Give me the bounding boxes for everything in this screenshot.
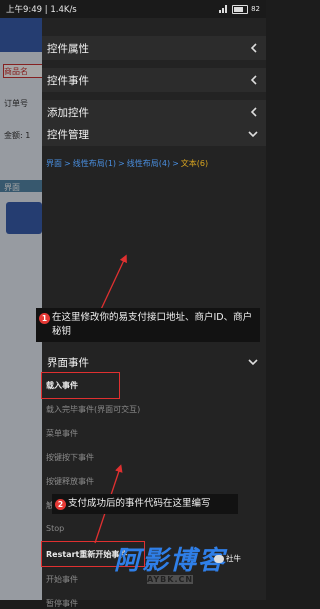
chevron-down-icon [248,357,258,367]
chevron-left-icon [248,107,258,117]
annotation-text-2: 支付成功后的事件代码在这里编写 [68,498,211,509]
battery-level: 82 [251,5,260,13]
chevron-left-icon [248,75,258,85]
section-add-control[interactable]: 添加控件 [42,100,266,124]
watermark-logo: 阿影博客 AYBK.CN [100,545,240,585]
status-time: 上午9:49 | 1.4K/s [6,5,77,15]
annotation-number-2: 2 [55,499,66,510]
status-bar: 上午9:49 | 1.4K/s 82 [0,0,266,18]
battery-icon [232,4,249,14]
watermark-chinese: 阿影博客 [113,545,226,576]
section-interface-events[interactable]: 界面事件 [42,350,266,374]
chevron-left-icon [248,43,258,53]
wechat-badge: 社牛 [214,553,241,564]
highlight-load-event [41,372,120,399]
watermark-english: AYBK.CN [146,574,194,584]
breadcrumb: 界面 > 线性布局(1) > 线性布局(4) > 文本(6) [46,158,209,169]
annotation-tooltip-1: 1 在这里修改你的易支付接口地址、商户ID、商户秘钥 [36,308,260,342]
event-key-up[interactable]: 按键释放事件 [46,476,94,487]
section-control-properties[interactable]: 控件属性 [42,36,266,60]
event-key-down[interactable]: 按键按下事件 [46,452,94,463]
event-start[interactable]: 开始事件 [46,574,78,585]
event-menu[interactable]: 菜单事件 [46,428,78,439]
section-control-events[interactable]: 控件事件 [42,68,266,92]
wechat-icon [214,554,224,563]
event-load-complete[interactable]: 载入完毕事件(界面可交互) [46,404,140,415]
section-control-management[interactable]: 控件管理 [42,122,266,146]
breadcrumb-item-text-6[interactable]: 文本(6) [181,158,208,169]
chevron-down-icon [248,129,258,139]
annotation-text-1: 在这里修改你的易支付接口地址、商户ID、商户秘钥 [52,312,253,337]
breadcrumb-item-linear-layout-1[interactable]: 线性布局(1) [73,158,116,169]
annotation-tooltip-2: 2 支付成功后的事件代码在这里编写 [52,494,238,514]
event-stop[interactable]: Stop [46,524,64,533]
breadcrumb-item-linear-layout-4[interactable]: 线性布局(4) [127,158,170,169]
breadcrumb-item-interface[interactable]: 界面 [46,158,62,169]
annotation-number-1: 1 [39,313,50,324]
signal-icon [219,5,229,13]
